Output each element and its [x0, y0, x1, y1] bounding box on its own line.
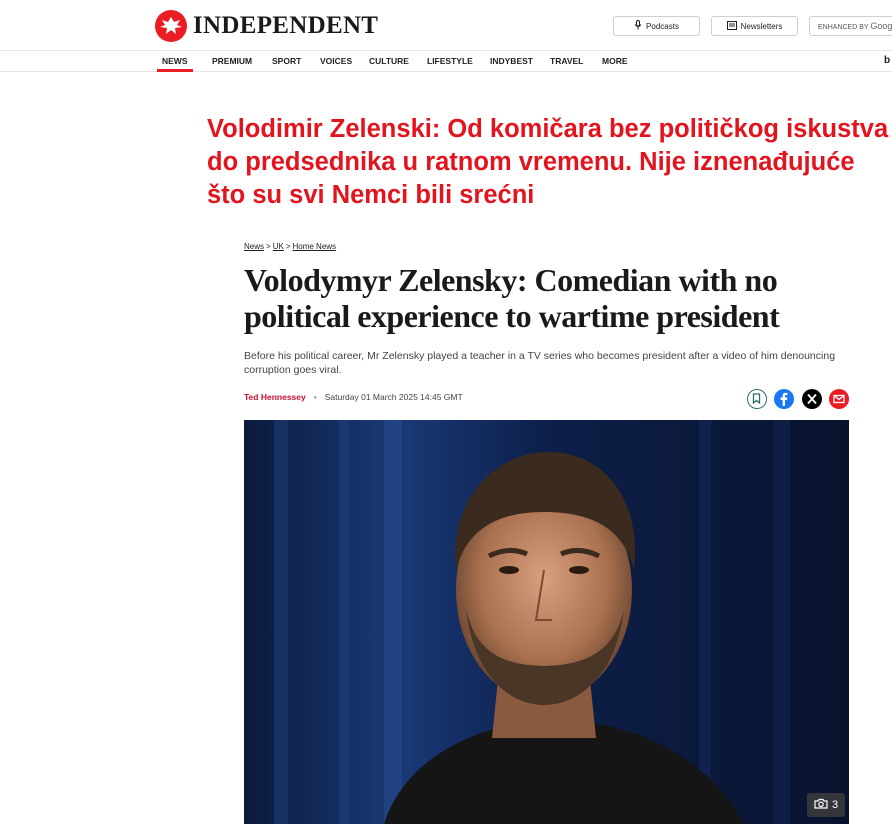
- nav-item-indybest[interactable]: INDYBEST: [485, 51, 538, 72]
- hero-image[interactable]: [244, 420, 849, 824]
- breadcrumb-separator: >: [266, 242, 271, 251]
- breadcrumb-separator: >: [285, 242, 291, 251]
- eagle-icon: [155, 10, 187, 42]
- search-brand: Google: [870, 21, 892, 31]
- nav-item-lifestyle[interactable]: LIFESTYLE: [422, 51, 478, 72]
- breadcrumb: News > UK > Home News: [244, 242, 336, 251]
- newsletter-icon: [726, 20, 737, 32]
- breadcrumb-uk[interactable]: UK: [273, 242, 284, 251]
- site-logo[interactable]: INDEPENDENT: [155, 10, 378, 42]
- newsletters-button[interactable]: Newsletters: [711, 16, 798, 36]
- nav-item-travel[interactable]: TRAVEL: [545, 51, 588, 72]
- byline-dot: •: [313, 392, 317, 402]
- nav-item-more[interactable]: MORE: [597, 51, 633, 72]
- breadcrumb-home-news[interactable]: Home News: [292, 242, 336, 251]
- gallery-count: 3: [831, 799, 839, 811]
- gallery-button[interactable]: 3: [807, 793, 845, 817]
- nav-item-sport[interactable]: SPORT: [267, 51, 306, 72]
- x-icon[interactable]: [802, 389, 822, 409]
- article-standfirst: Before his political career, Mr Zelensky…: [244, 350, 836, 376]
- byline: Ted Hennessey • Saturday 01 March 2025 1…: [244, 392, 463, 402]
- author-link[interactable]: Ted Hennessey: [244, 392, 306, 402]
- search-prefix: ENHANCED BY: [818, 24, 869, 31]
- newsletters-label: Newsletters: [740, 21, 783, 31]
- nav-item-voices[interactable]: VOICES: [315, 51, 357, 72]
- nav-item-news[interactable]: NEWS: [157, 51, 193, 72]
- bookmark-icon[interactable]: [747, 389, 767, 409]
- search-input[interactable]: ENHANCED BY Google: [809, 16, 892, 36]
- nav-edge-text: b: [884, 55, 891, 66]
- camera-icon: [814, 798, 828, 812]
- overlay-title: Volodimir Zelenski: Od komičara bez poli…: [207, 115, 889, 209]
- main-navigation: NEWS PREMIUM SPORT VOICES CULTURE LIFEST…: [0, 50, 892, 72]
- microphone-icon: [634, 20, 642, 32]
- publish-date: Saturday 01 March 2025 14:45 GMT: [324, 392, 463, 402]
- podcasts-label: Podcasts: [646, 21, 679, 31]
- podcasts-button[interactable]: Podcasts: [613, 16, 700, 36]
- nav-item-culture[interactable]: CULTURE: [364, 51, 414, 72]
- breadcrumb-news[interactable]: News: [244, 242, 264, 251]
- logo-text: INDEPENDENT: [193, 12, 379, 39]
- nav-item-premium[interactable]: PREMIUM: [207, 51, 257, 72]
- article-headline: Volodymyr Zelensky: Comedian with no pol…: [244, 262, 780, 334]
- email-icon[interactable]: [829, 389, 849, 409]
- facebook-icon[interactable]: [774, 389, 794, 409]
